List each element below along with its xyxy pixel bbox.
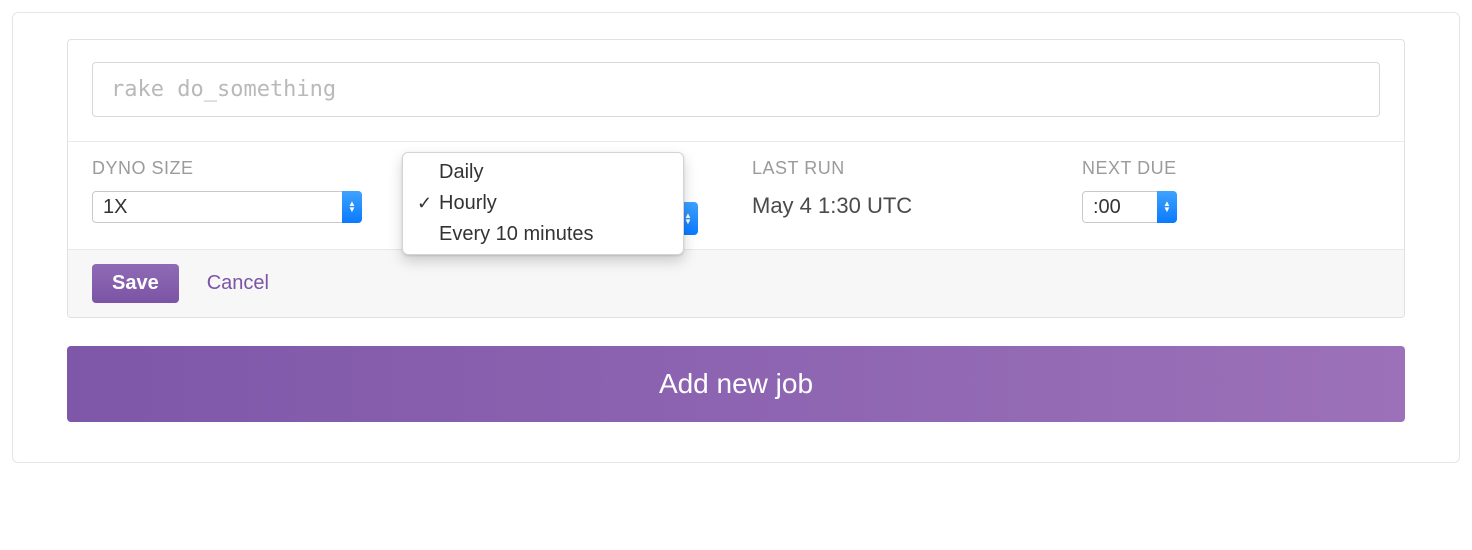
frequency-option-label: Hourly — [439, 192, 497, 215]
dyno-column: DYNO SIZE 1X ▲▼ — [92, 158, 402, 223]
frequency-option-label: Every 10 minutes — [439, 223, 594, 246]
next-due-label: NEXT DUE — [1082, 158, 1380, 179]
last-run-value: May 4 1:30 UTC — [752, 191, 1082, 219]
next-due-select[interactable]: :00 ▲▼ — [1082, 191, 1177, 223]
frequency-option-label: Daily — [439, 161, 483, 184]
frequency-column: FREQUENCY ▲▼ Daily ✓ Hourly Every 10 min… — [402, 158, 752, 223]
command-row — [68, 40, 1404, 141]
last-run-column: LAST RUN May 4 1:30 UTC — [752, 158, 1082, 223]
add-new-job-button[interactable]: Add new job — [67, 346, 1405, 422]
select-stepper-icon[interactable]: ▲▼ — [1157, 191, 1177, 223]
settings-row: DYNO SIZE 1X ▲▼ FREQUENCY ▲▼ Daily ✓ Ho — [68, 141, 1404, 249]
save-button[interactable]: Save — [92, 264, 179, 303]
dyno-size-label: DYNO SIZE — [92, 158, 402, 179]
frequency-dropdown: Daily ✓ Hourly Every 10 minutes — [402, 152, 684, 255]
scheduler-panel: DYNO SIZE 1X ▲▼ FREQUENCY ▲▼ Daily ✓ Ho — [12, 12, 1460, 463]
command-input[interactable] — [92, 62, 1380, 117]
frequency-option-hourly[interactable]: ✓ Hourly — [403, 188, 683, 219]
last-run-label: LAST RUN — [752, 158, 1082, 179]
frequency-option-daily[interactable]: Daily — [403, 157, 683, 188]
next-due-column: NEXT DUE :00 ▲▼ — [1082, 158, 1380, 223]
frequency-option-every-10[interactable]: Every 10 minutes — [403, 219, 683, 250]
dyno-size-select[interactable]: 1X ▲▼ — [92, 191, 362, 223]
actions-row: Save Cancel — [68, 249, 1404, 317]
cancel-button[interactable]: Cancel — [207, 272, 269, 295]
job-form-card: DYNO SIZE 1X ▲▼ FREQUENCY ▲▼ Daily ✓ Ho — [67, 39, 1405, 318]
check-icon: ✓ — [417, 193, 439, 214]
select-stepper-icon[interactable]: ▲▼ — [342, 191, 362, 223]
dyno-size-value: 1X — [92, 191, 362, 223]
